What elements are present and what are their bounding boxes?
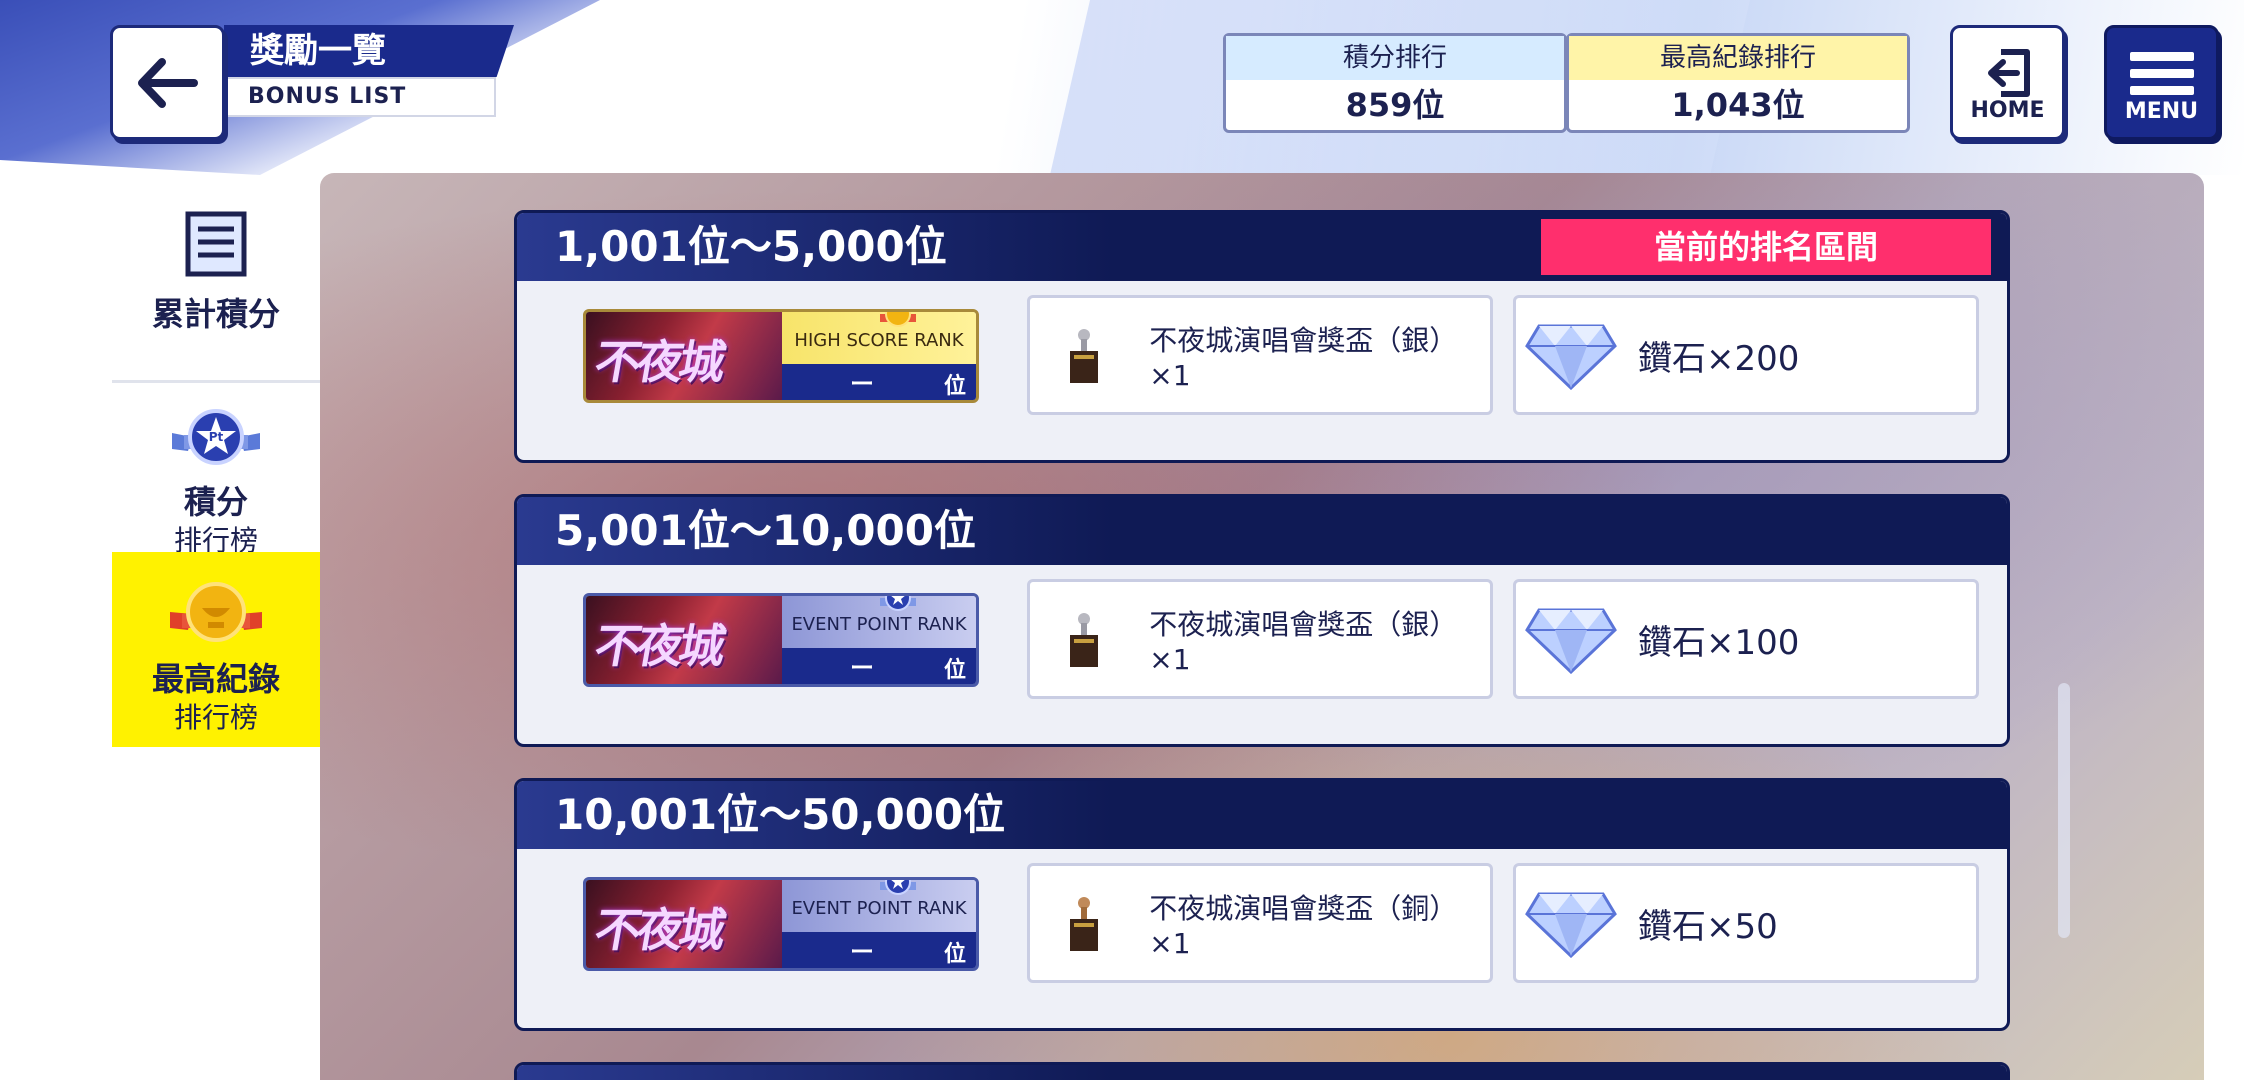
diamond-icon xyxy=(1516,604,1626,674)
page-title-block: 獎勵一覽 BONUS LIST xyxy=(224,25,514,117)
tier-range: 1,001位～5,000位 xyxy=(555,222,947,271)
medal-icon xyxy=(880,312,916,327)
sidebar-item-label: 累計積分 xyxy=(151,295,280,333)
exit-door-icon xyxy=(1987,49,2030,97)
sidebar: 累計積分 Pt 積分 排行榜 最高紀錄 排行榜 xyxy=(0,175,320,1080)
event-logo-art: 不夜城 xyxy=(586,596,782,684)
arrow-left-icon xyxy=(137,57,198,108)
sidebar-item-cumulative-points[interactable]: 累計積分 xyxy=(112,205,320,365)
sidebar-item-label: 積分 xyxy=(183,483,248,521)
event-logo-text: 不夜城 xyxy=(590,619,727,673)
reward-item-diamond[interactable]: 鑽石×200 xyxy=(1513,295,1979,415)
reward-item-trophy[interactable]: 不夜城演唱會獎盃（銀）×1 xyxy=(1027,579,1493,699)
pt-star-badge-icon xyxy=(880,596,916,611)
list-icon xyxy=(185,211,247,277)
tier-header: 10,001位～50,000位 xyxy=(517,781,2007,849)
trophy-icon xyxy=(1030,325,1137,385)
sidebar-item-best-record-ranking[interactable]: 最高紀錄 排行榜 xyxy=(112,552,320,747)
hamburger-icon xyxy=(2129,52,2194,95)
tier-header: 1,001位～5,000位 當前的排名區間 xyxy=(517,213,2007,281)
tier-card: 10,001位～50,000位 不夜城 EVENT POINT RANK ー 位 xyxy=(514,778,2010,1031)
best-rank-label: 最高紀錄排行 xyxy=(1569,36,1907,80)
event-logo-text: 不夜城 xyxy=(590,903,727,957)
gold-medal-icon xyxy=(170,582,262,642)
sidebar-item-label: 最高紀錄 xyxy=(151,660,280,698)
tier-range: 10,001位～50,000位 xyxy=(555,790,1006,839)
scrollbar[interactable] xyxy=(2058,683,2070,938)
reward-item-trophy[interactable]: 不夜城演唱會獎盃（銅）×1 xyxy=(1027,863,1493,983)
badge-rank-number: ー xyxy=(850,938,874,966)
event-logo-art: 不夜城 xyxy=(586,312,782,400)
rank-title-badge[interactable]: 不夜城 EVENT POINT RANK ー 位 xyxy=(583,877,979,971)
tier-range: 5,001位～10,000位 xyxy=(555,506,976,555)
reward-label: 鑽石×50 xyxy=(1638,906,1778,947)
tier-card: 1,001位～5,000位 當前的排名區間 不夜城 HIGH SCORE RAN… xyxy=(514,210,2010,463)
current-rank-tag: 當前的排名區間 xyxy=(1541,219,1991,275)
badge-rank-number: ー xyxy=(850,370,874,398)
home-label: HOME xyxy=(1970,98,2045,123)
page-title: 獎勵一覽 xyxy=(224,25,514,77)
pt-star-badge-icon: Pt xyxy=(172,409,260,465)
tier-card: 5,001位～10,000位 不夜城 EVENT POINT RANK ー 位 xyxy=(514,494,2010,747)
points-rank-value: 859位 xyxy=(1345,86,1445,124)
event-logo-text: 不夜城 xyxy=(590,335,727,389)
reward-item-diamond[interactable]: 鑽石×50 xyxy=(1513,863,1979,983)
reward-label: 鑽石×100 xyxy=(1638,622,1800,663)
pt-star-badge-icon xyxy=(880,880,916,895)
points-rank-panel: 積分排行 859位 xyxy=(1223,33,1567,133)
svg-text:Pt: Pt xyxy=(209,430,224,444)
sidebar-item-points-ranking[interactable]: Pt 積分 排行榜 xyxy=(112,380,320,557)
reward-label: 不夜城演唱會獎盃（銅）×1 xyxy=(1149,891,1458,960)
badge-rank-suffix: 位 xyxy=(943,374,966,399)
reward-item-trophy[interactable]: 不夜城演唱會獎盃（銀）×1 xyxy=(1027,295,1493,415)
trophy-icon xyxy=(1030,893,1137,953)
tier-card-partial xyxy=(514,1062,2010,1080)
badge-rank-suffix: 位 xyxy=(943,658,966,683)
menu-label: MENU xyxy=(2124,99,2199,124)
reward-label: 鑽石×200 xyxy=(1638,338,1800,379)
event-logo-art: 不夜城 xyxy=(586,880,782,968)
reward-label: 不夜城演唱會獎盃（銀）×1 xyxy=(1149,323,1458,392)
menu-button[interactable]: MENU xyxy=(2104,25,2219,140)
reward-item-diamond[interactable]: 鑽石×100 xyxy=(1513,579,1979,699)
tier-header: 5,001位～10,000位 xyxy=(517,497,2007,565)
rank-title-badge[interactable]: 不夜城 HIGH SCORE RANK ー 位 xyxy=(583,309,979,403)
page-subtitle: BONUS LIST xyxy=(224,77,496,117)
sidebar-item-sublabel: 排行榜 xyxy=(173,701,258,734)
rank-title-badge[interactable]: 不夜城 EVENT POINT RANK ー 位 xyxy=(583,593,979,687)
badge-rank-suffix: 位 xyxy=(943,942,966,967)
tier-header xyxy=(517,1065,2007,1080)
reward-label: 不夜城演唱會獎盃（銀）×1 xyxy=(1149,607,1458,676)
back-button[interactable] xyxy=(110,25,225,140)
best-rank-value: 1,043位 xyxy=(1671,86,1805,124)
badge-rank-number: ー xyxy=(850,654,874,682)
diamond-icon xyxy=(1516,320,1626,390)
diamond-icon xyxy=(1516,888,1626,958)
trophy-icon xyxy=(1030,609,1137,669)
home-button[interactable]: HOME xyxy=(1950,25,2065,140)
best-rank-panel: 最高紀錄排行 1,043位 xyxy=(1566,33,1910,133)
points-rank-label: 積分排行 xyxy=(1226,36,1564,80)
